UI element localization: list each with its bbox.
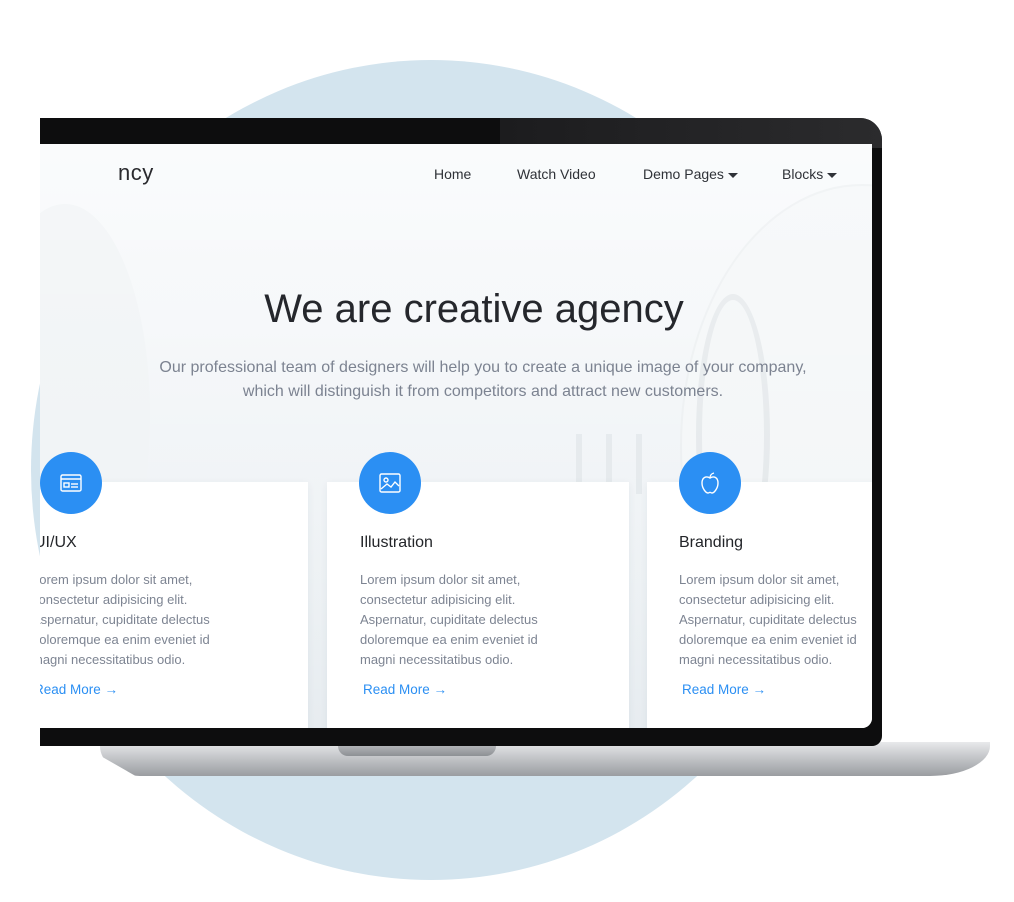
card-text-line: consectetur adipisicing elit. xyxy=(40,592,188,607)
service-card-uiux: UI/UX Lorem ipsum dolor sit amet, consec… xyxy=(40,452,308,728)
laptop-base xyxy=(100,742,990,776)
nav-item-home[interactable]: Home xyxy=(434,166,471,182)
card-text-line: doloremque ea enim eveniet id xyxy=(360,632,538,647)
apple-icon xyxy=(679,452,741,514)
card-text-line: doloremque ea enim eveniet id xyxy=(679,632,857,647)
card-text-line: Lorem ipsum dolor sit amet, xyxy=(40,572,193,587)
card-text: Lorem ipsum dolor sit amet, consectetur … xyxy=(40,570,237,670)
card-text-line: Lorem ipsum dolor sit amet, xyxy=(679,572,840,587)
nav-item-demo-pages-label: Demo Pages xyxy=(643,166,724,182)
services-cards: UI/UX Lorem ipsum dolor sit amet, consec… xyxy=(40,452,872,728)
card-text-line: magni necessitatibus odio. xyxy=(679,652,833,667)
card-text-line: Lorem ipsum dolor sit amet, xyxy=(360,572,521,587)
hero-subtitle-line: Our professional team of designers will … xyxy=(159,359,807,376)
nav-item-blocks[interactable]: Blocks xyxy=(782,166,838,182)
card-title: Branding xyxy=(679,534,744,551)
laptop-screen: ncy Home Watch Video Demo Pages Blocks W… xyxy=(40,144,872,728)
card-text-line: Aspernatur, cupiditate delectus xyxy=(679,612,857,627)
card-text-line: consectetur adipisicing elit. xyxy=(679,592,835,607)
card-text-line: consectetur adipisicing elit. xyxy=(360,592,516,607)
hero-subtitle-line: which will distinguish it from competito… xyxy=(242,383,724,400)
nav-item-blocks-label: Blocks xyxy=(782,166,824,182)
card-title: UI/UX xyxy=(40,534,77,551)
card-text-line: magni necessitatibus odio. xyxy=(40,652,186,667)
card-text: Lorem ipsum dolor sit amet, consectetur … xyxy=(360,570,565,670)
card-text-line: Aspernatur, cupiditate delectus xyxy=(360,612,538,627)
read-more-link[interactable]: Read More → xyxy=(40,682,118,697)
nav-item-demo-pages[interactable]: Demo Pages xyxy=(643,166,738,182)
card-text-line: magni necessitatibus odio. xyxy=(360,652,514,667)
read-more-link[interactable]: Read More → xyxy=(682,682,766,697)
id-card-icon xyxy=(40,452,102,514)
card-text-line: doloremque ea enim eveniet id xyxy=(40,632,210,647)
service-card-illustration: Illustration Lorem ipsum dolor sit amet,… xyxy=(327,452,629,728)
card-text: Lorem ipsum dolor sit amet, consectetur … xyxy=(679,570,872,670)
card-text-line: Aspernatur, cupiditate delectus xyxy=(40,612,210,627)
service-card-branding: Branding Lorem ipsum dolor sit amet, con… xyxy=(647,452,872,728)
main-nav: Home Watch Video Demo Pages Blocks xyxy=(40,166,872,186)
read-more-link[interactable]: Read More → xyxy=(363,682,447,697)
card-title: Illustration xyxy=(360,534,433,551)
nav-item-watch-video[interactable]: Watch Video xyxy=(517,166,596,182)
image-icon xyxy=(359,452,421,514)
hero-subtitle: Our professional team of designers will … xyxy=(118,356,848,404)
caret-down-icon xyxy=(727,172,738,178)
hero-title: We are creative agency xyxy=(264,287,684,331)
caret-down-icon xyxy=(827,172,838,178)
